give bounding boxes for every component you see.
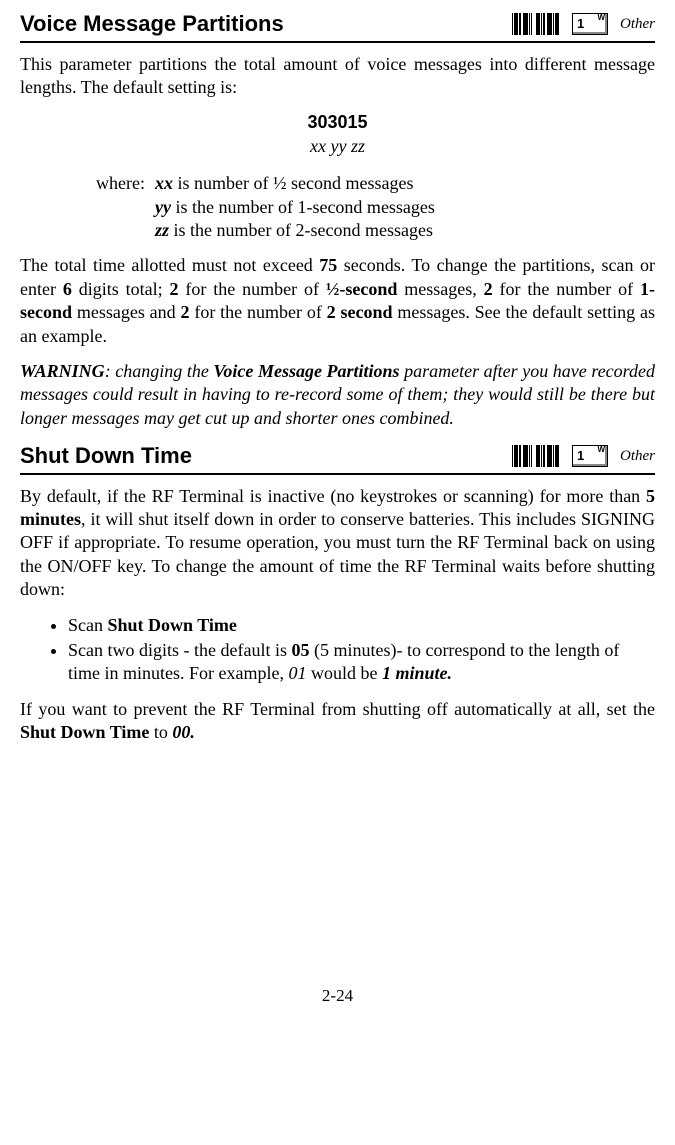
- default-code: 303015: [20, 111, 655, 134]
- shutdown-intro-para: By default, if the RF Terminal is inacti…: [20, 485, 655, 602]
- keycap-icon: 1: [572, 13, 608, 35]
- barcode-icon: [512, 445, 560, 467]
- where-yy: yy is the number of 1-second messages: [155, 196, 655, 219]
- list-item: Scan Shut Down Time: [68, 614, 655, 637]
- other-label: Other: [620, 447, 655, 467]
- prevent-shutoff-para: If you want to prevent the RF Terminal f…: [20, 698, 655, 745]
- intro-para: This parameter partitions the total amou…: [20, 53, 655, 100]
- section-title: Voice Message Partitions: [20, 10, 284, 39]
- where-xx: xx is number of ½ second messages: [155, 172, 655, 195]
- where-label: where:: [75, 172, 155, 242]
- where-content: xx is number of ½ second messages yy is …: [155, 172, 655, 242]
- list-item: Scan two digits - the default is 05 (5 m…: [68, 639, 655, 686]
- keycap-icon: 1: [572, 445, 608, 467]
- page-number: 2-24: [20, 985, 655, 1007]
- header-indicators: 1 Other: [512, 445, 655, 467]
- where-block: where: xx is number of ½ second messages…: [75, 172, 655, 242]
- section-header-voice: Voice Message Partitions 1 Other: [20, 10, 655, 43]
- section-header-shutdown: Shut Down Time 1 Other: [20, 442, 655, 475]
- instruction-list: Scan Shut Down Time Scan two digits - th…: [20, 614, 655, 686]
- barcode-icon: [512, 13, 560, 35]
- warning-para: WARNING: changing the Voice Message Part…: [20, 360, 655, 430]
- default-vars: xx yy zz: [20, 135, 655, 158]
- total-time-para: The total time allotted must not exceed …: [20, 254, 655, 348]
- where-zz: zz is the number of 2-second messages: [155, 219, 655, 242]
- header-indicators: 1 Other: [512, 13, 655, 35]
- section-title: Shut Down Time: [20, 442, 192, 471]
- default-setting-block: 303015 xx yy zz: [20, 111, 655, 158]
- other-label: Other: [620, 15, 655, 35]
